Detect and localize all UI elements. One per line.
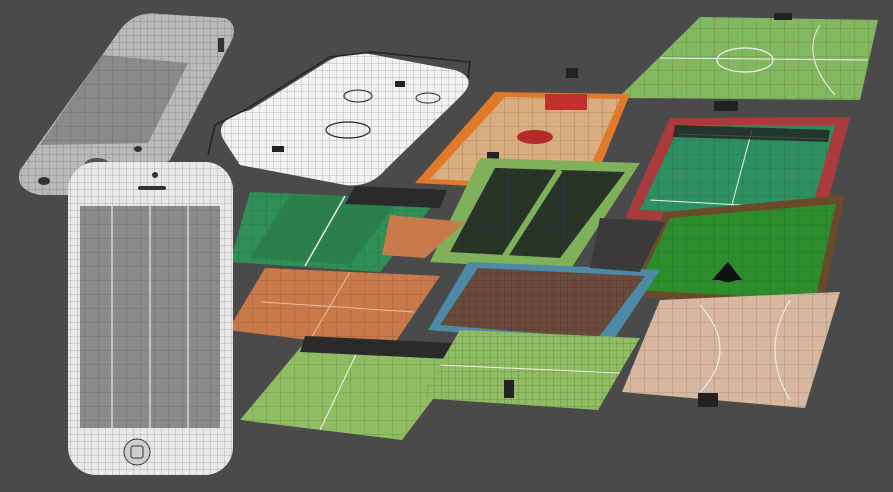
wireframe-scene xyxy=(0,0,893,492)
scene-canvas xyxy=(0,0,893,492)
phone-front xyxy=(68,162,233,475)
